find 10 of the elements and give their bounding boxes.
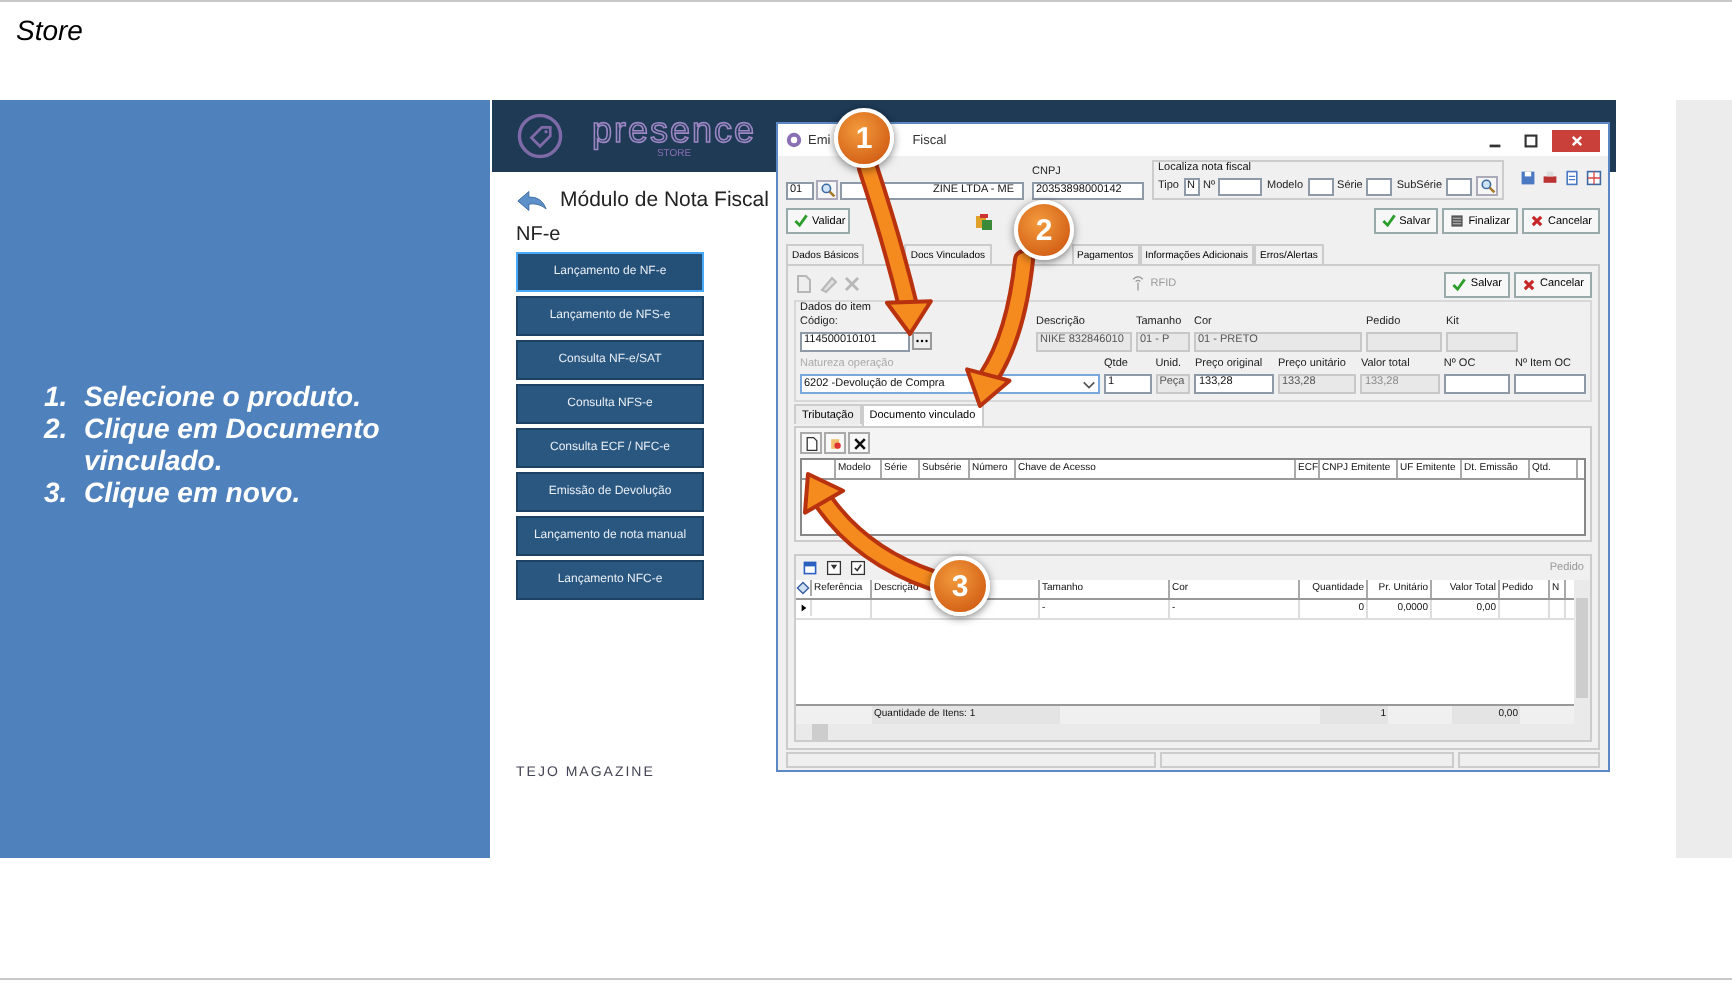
module-title: Módulo de Nota Fiscal [560, 188, 769, 212]
brand-name: presence [592, 112, 757, 148]
instruction-step: Clique em Documento vinculado. [84, 411, 444, 475]
step-number: 1. [44, 379, 70, 411]
instruction-step: Selecione o produto. [84, 379, 444, 411]
page-title: Store [14, 12, 85, 50]
step-number: 2. [44, 411, 70, 447]
step-number: 3. [44, 475, 70, 507]
section-title: NF-e [516, 224, 561, 246]
instruction-step: Clique em novo. [84, 475, 444, 507]
